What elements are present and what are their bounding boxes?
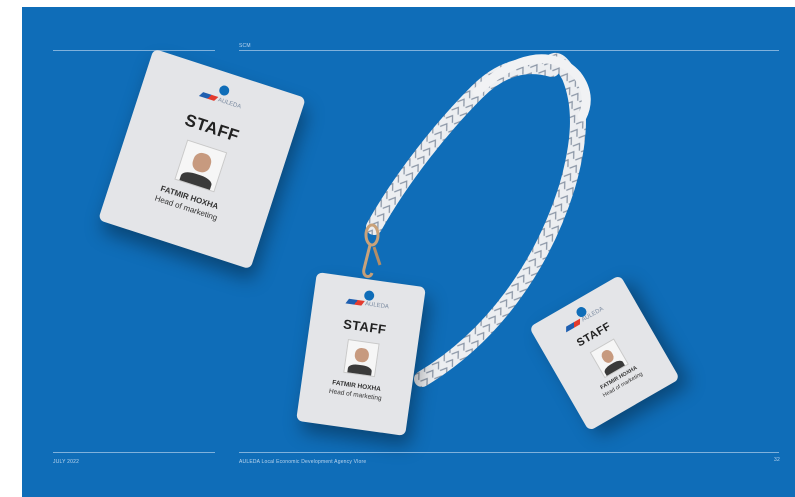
badge-role: Head of marketing — [153, 193, 219, 223]
person-face-icon — [190, 151, 214, 174]
logo-mark-icon — [198, 92, 219, 101]
badge-hole — [363, 289, 375, 301]
logo-mark-icon — [566, 318, 581, 333]
slide: SCM AULEDA STAFF FATMIR HOXHA Head of ma… — [22, 7, 795, 497]
badge-hole — [218, 83, 231, 97]
badge-title: STAFF — [342, 316, 388, 338]
person-face-icon — [354, 347, 370, 364]
person-body-icon — [346, 363, 373, 378]
footer-agency: AULEDA Local Economic Development Agency… — [239, 459, 367, 465]
logo-mark-icon — [345, 298, 365, 306]
badge-photo — [343, 339, 380, 378]
lanyard-strap — [362, 53, 591, 387]
footer-rule-right — [239, 452, 779, 453]
badge-card: AULEDA STAFF FATMIR HOXHA Head of market… — [296, 272, 426, 436]
footer-rule-left — [53, 452, 215, 453]
footer-date: JULY 2022 — [53, 459, 80, 465]
page-number: 32 — [774, 457, 780, 463]
badge-photo — [174, 139, 228, 193]
person-body-icon — [178, 169, 214, 193]
